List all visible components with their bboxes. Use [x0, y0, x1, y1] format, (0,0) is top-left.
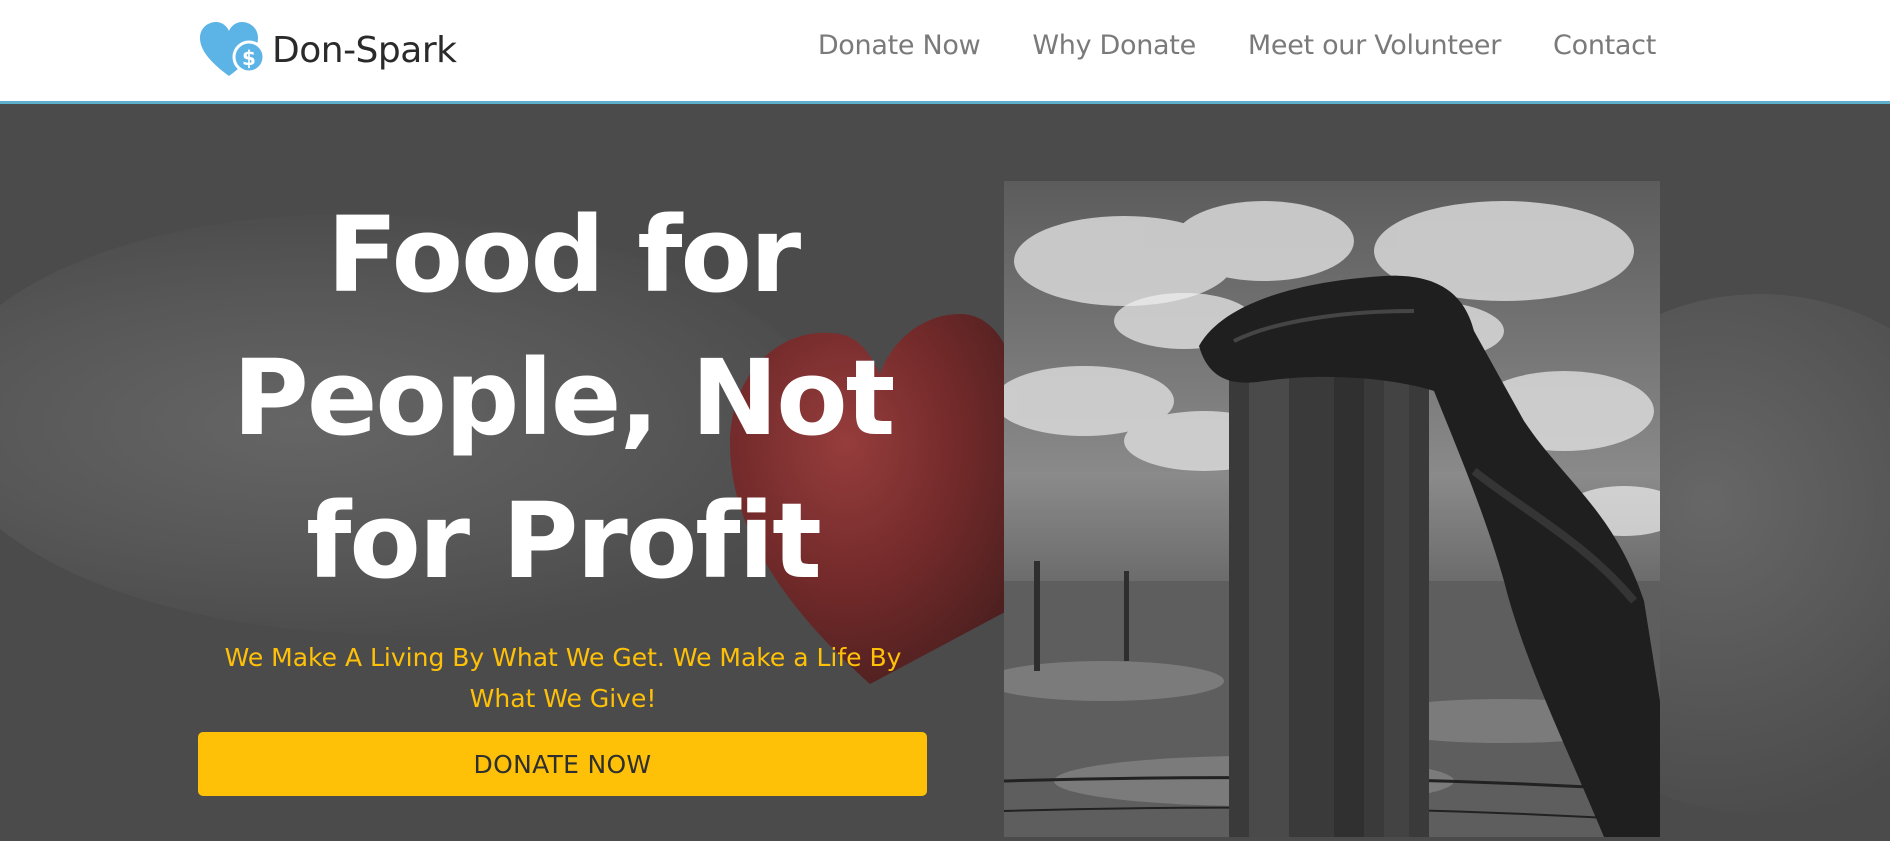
main-nav: Donate Now Why Donate Meet our Volunteer… — [818, 30, 1656, 61]
nav-donate-now[interactable]: Donate Now — [818, 30, 981, 61]
headline-line: People, Not — [232, 337, 896, 459]
donate-now-button[interactable]: DONATE NOW — [198, 732, 927, 796]
svg-text:$: $ — [242, 46, 256, 70]
site-header: $ Don-Spark Donate Now Why Donate Meet o… — [0, 0, 1890, 104]
headline-line: Food for — [326, 194, 801, 316]
headline-line: for Profit — [306, 480, 822, 602]
hero-headline: Food for People, Not for Profit — [198, 184, 928, 613]
heart-dollar-icon: $ — [198, 20, 266, 80]
nav-meet-volunteer[interactable]: Meet our Volunteer — [1248, 30, 1501, 61]
hero-tagline: We Make A Living By What We Get. We Make… — [224, 643, 902, 713]
nav-contact[interactable]: Contact — [1553, 30, 1656, 61]
hero-text-block: Food for People, Not for Profit We Make … — [198, 184, 928, 719]
brand[interactable]: $ Don-Spark — [198, 20, 457, 80]
brand-name: Don-Spark — [272, 29, 457, 71]
hero-photo — [1004, 181, 1660, 837]
hero-section: Food for People, Not for Profit We Make … — [0, 104, 1890, 841]
nav-why-donate[interactable]: Why Donate — [1032, 30, 1196, 61]
